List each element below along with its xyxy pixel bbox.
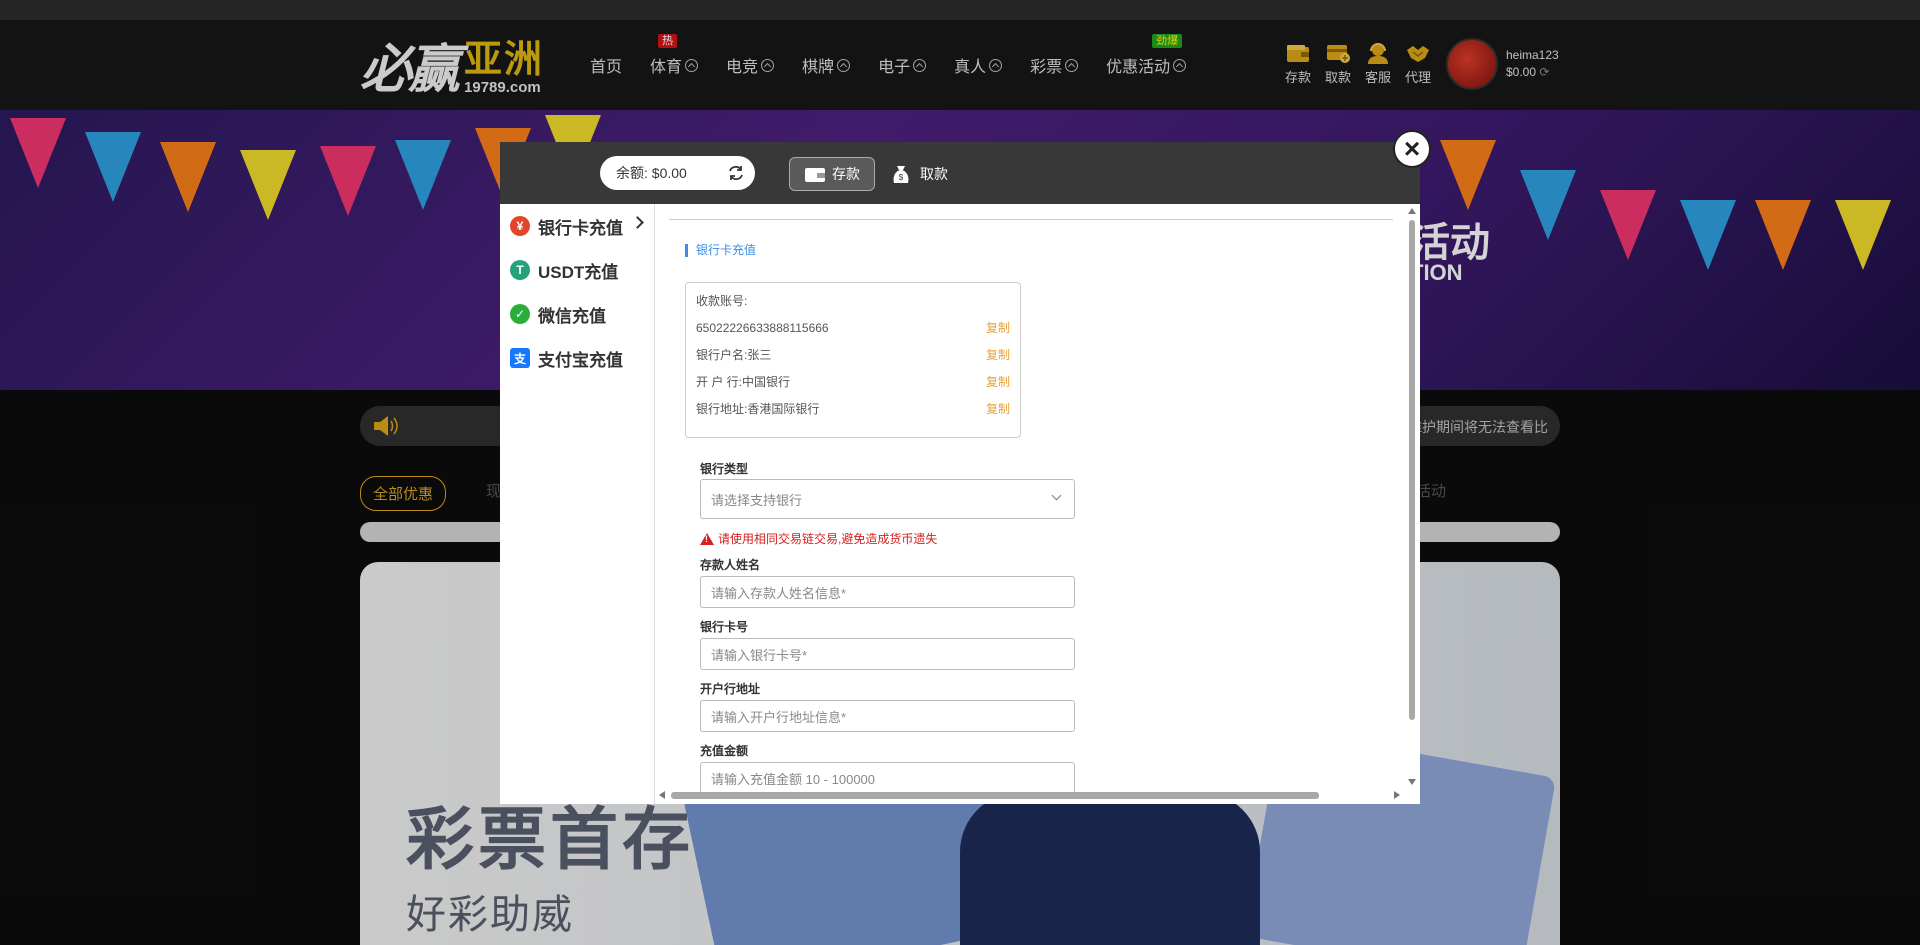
account-number: 65022226633888115666 bbox=[696, 321, 829, 335]
wallet-icon bbox=[805, 168, 825, 182]
section-title: 银行卡充值 bbox=[685, 244, 756, 257]
method-label: 银行卡充值 bbox=[538, 218, 623, 238]
account-holder-row: 银行户名:张三 复制 bbox=[696, 347, 1010, 363]
modal-header: 余额: $0.00 存款 $ 取款 bbox=[500, 142, 1420, 204]
method-usdt[interactable]: T USDT充值 bbox=[500, 248, 654, 292]
divider bbox=[669, 219, 1393, 220]
wechat-icon: ✓ bbox=[510, 304, 530, 324]
horizontal-scrollbar[interactable] bbox=[655, 787, 1404, 804]
card-number-input[interactable]: 请输入银行卡号* bbox=[700, 638, 1075, 670]
account-bank-row: 开 户 行:中国银行 复制 bbox=[696, 374, 1010, 390]
amount-placeholder: 请输入充值金额 10 - 100000 bbox=[711, 771, 876, 787]
depositor-name-label: 存款人姓名 bbox=[700, 558, 761, 572]
warning-message: 请使用相同交易链交易,避免造成货币遗失 bbox=[700, 530, 937, 547]
bank-type-label: 银行类型 bbox=[700, 462, 749, 476]
method-label: 支付宝充值 bbox=[538, 350, 623, 370]
account-number-row: 65022226633888115666 复制 bbox=[696, 320, 1010, 336]
depositor-name-input[interactable]: 请输入存款人姓名信息* bbox=[700, 576, 1075, 608]
bank-type-placeholder: 请选择支持银行 bbox=[711, 492, 803, 508]
bank-type-select[interactable]: 请选择支持银行 bbox=[700, 479, 1075, 519]
tab-deposit[interactable]: 存款 bbox=[789, 157, 875, 191]
scrollbar-thumb[interactable] bbox=[1409, 220, 1415, 720]
method-label: USDT充值 bbox=[538, 262, 619, 282]
account-header: 收款账号: bbox=[696, 293, 1010, 309]
chevron-right-icon bbox=[631, 216, 644, 229]
deposit-modal: 余额: $0.00 存款 $ 取款 × ¥ 银行卡充值 T USDT充值 ✓ 微… bbox=[500, 130, 1431, 804]
branch-address-input[interactable]: 请输入开户行地址信息* bbox=[700, 700, 1075, 732]
copy-button[interactable]: 复制 bbox=[986, 374, 1010, 390]
vertical-scrollbar[interactable] bbox=[1404, 204, 1420, 787]
bank-card-icon: ¥ bbox=[510, 216, 530, 236]
scrollbar-thumb[interactable] bbox=[671, 792, 1319, 799]
close-button[interactable]: × bbox=[1393, 130, 1431, 168]
tab-withdraw[interactable]: $ 取款 bbox=[890, 157, 948, 191]
amount-label: 充值金额 bbox=[700, 744, 749, 758]
method-label: 微信充值 bbox=[538, 306, 606, 326]
refresh-icon[interactable] bbox=[727, 164, 745, 182]
tab-label: 取款 bbox=[920, 166, 948, 182]
branch-address-label: 开户行地址 bbox=[700, 682, 761, 696]
branch-address-placeholder: 请输入开户行地址信息* bbox=[711, 709, 847, 725]
scroll-left-arrow[interactable] bbox=[659, 791, 665, 799]
copy-button[interactable]: 复制 bbox=[986, 401, 1010, 417]
deposit-method-menu: ¥ 银行卡充值 T USDT充值 ✓ 微信充值 支 支付宝充值 bbox=[500, 204, 655, 804]
scroll-right-arrow[interactable] bbox=[1394, 791, 1400, 799]
receiving-account-box: 收款账号: 65022226633888115666 复制 银行户名:张三 复制 开… bbox=[685, 282, 1021, 438]
depositor-name-placeholder: 请输入存款人姓名信息* bbox=[711, 585, 847, 601]
alipay-icon: 支 bbox=[510, 348, 530, 368]
balance-value: $0.00 bbox=[651, 165, 687, 181]
tab-label: 存款 bbox=[832, 166, 860, 182]
warning-text: 请使用相同交易链交易,避免造成货币遗失 bbox=[718, 532, 938, 546]
balance-pill: 余额: $0.00 bbox=[600, 156, 755, 190]
warning-icon bbox=[700, 532, 714, 545]
scroll-down-arrow[interactable] bbox=[1408, 779, 1416, 785]
method-wechat[interactable]: ✓ 微信充值 bbox=[500, 292, 654, 336]
balance-label: 余额: bbox=[616, 165, 648, 181]
money-bag-icon: $ bbox=[893, 166, 909, 183]
account-address: 银行地址:香港国际银行 bbox=[696, 402, 820, 416]
copy-button[interactable]: 复制 bbox=[986, 320, 1010, 336]
tether-icon: T bbox=[510, 260, 530, 280]
method-bank-card[interactable]: ¥ 银行卡充值 bbox=[500, 204, 654, 248]
chevron-down-icon bbox=[1051, 490, 1062, 501]
card-number-label: 银行卡号 bbox=[700, 620, 749, 634]
account-address-row: 银行地址:香港国际银行 复制 bbox=[696, 401, 1010, 417]
scroll-up-arrow[interactable] bbox=[1408, 208, 1416, 214]
deposit-form-area: 银行卡充值 收款账号: 65022226633888115666 复制 银行户名:… bbox=[655, 204, 1420, 804]
copy-button[interactable]: 复制 bbox=[986, 347, 1010, 363]
card-number-placeholder: 请输入银行卡号* bbox=[711, 647, 808, 663]
svg-text:$: $ bbox=[899, 173, 904, 182]
account-bank: 开 户 行:中国银行 bbox=[696, 375, 791, 389]
account-header-text: 收款账号: bbox=[696, 294, 748, 308]
account-holder: 银行户名:张三 bbox=[696, 348, 772, 362]
method-alipay[interactable]: 支 支付宝充值 bbox=[500, 336, 654, 380]
